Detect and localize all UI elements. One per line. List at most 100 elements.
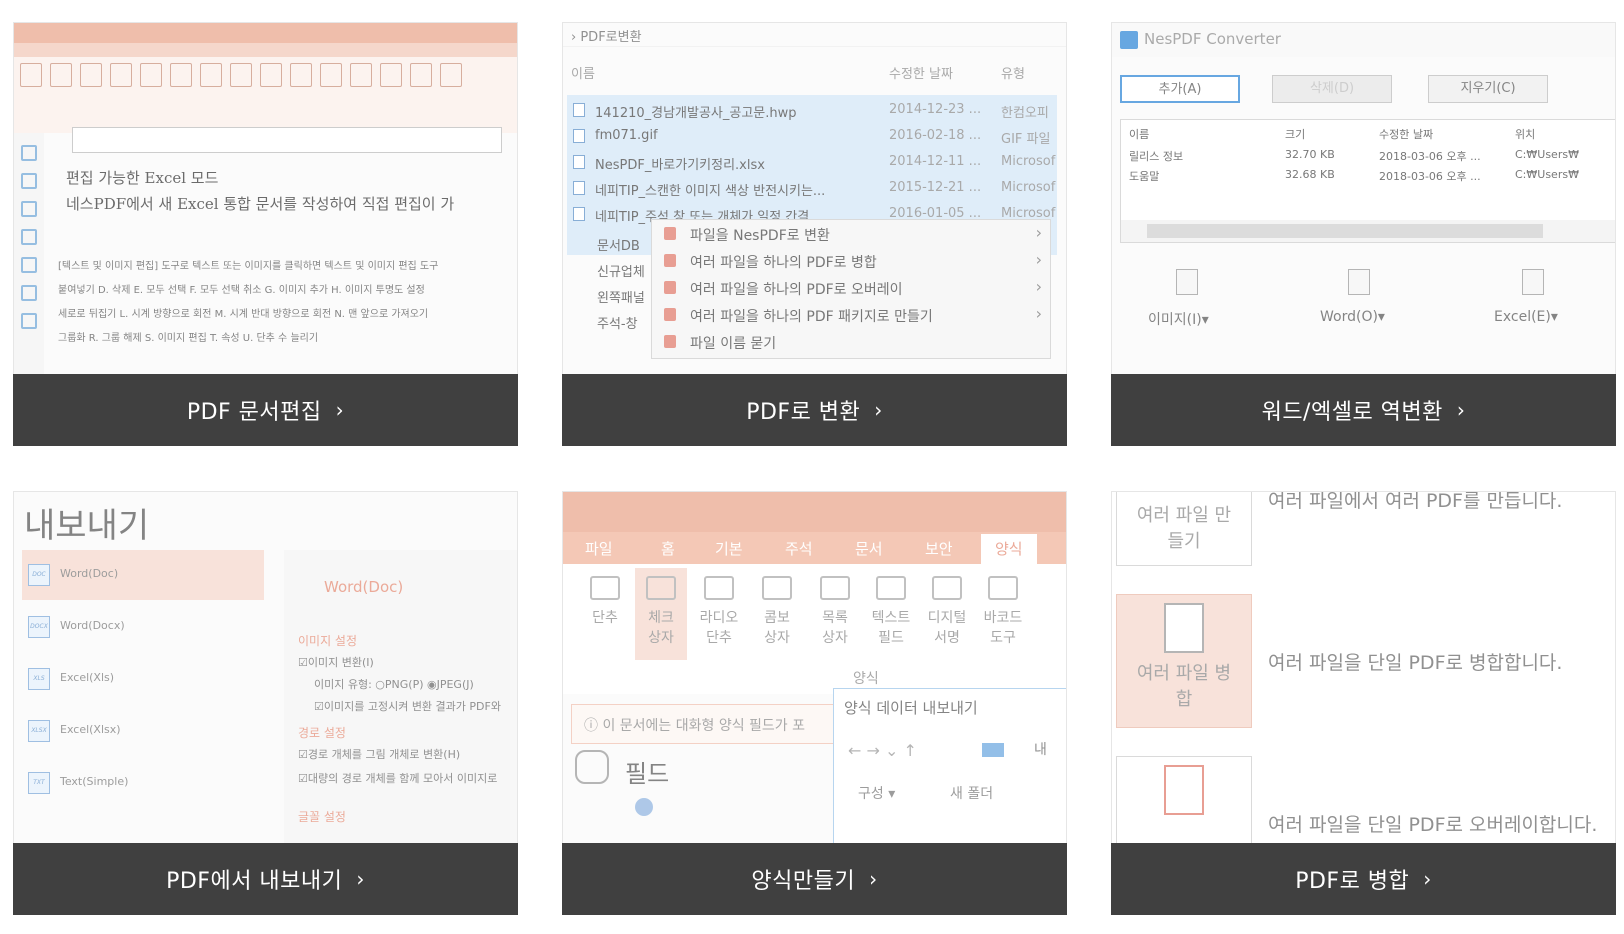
list-item[interactable]: TXT Text(Simple) xyxy=(22,758,264,808)
card-title: PDF 문서편집 xyxy=(186,400,322,425)
form-create-screenshot: 파일 홈 기본 주석 문서 보안 양식 단추 체크 상자 라디오 단추 콤보 상… xyxy=(562,491,1067,843)
section-path: 경로 설정 xyxy=(298,726,346,740)
tab-file[interactable]: 파일 xyxy=(585,538,613,559)
tool-icon xyxy=(260,63,282,87)
combobox-tool[interactable]: 콤보 상자 xyxy=(751,576,803,648)
tool-icon xyxy=(230,63,252,87)
path-convert-checkbox[interactable]: ☑경로 개체를 그림 개체로 변환(H) xyxy=(298,746,460,762)
list-item[interactable]: DOCX Word(Docx) xyxy=(22,602,264,652)
card-pdf-export[interactable]: 내보내기 DOC Word(Doc) DOCX Word(Docx) XLS Exce… xyxy=(13,491,518,915)
image-output-button[interactable]: 이미지(I)▾ xyxy=(1148,309,1209,329)
dialog-path: 내 xyxy=(1034,742,1047,758)
textfield-icon xyxy=(876,576,906,600)
section-font: 글꼴 설정 xyxy=(298,810,346,824)
excel-icon xyxy=(1522,269,1544,295)
add-button[interactable]: 추가(A) xyxy=(1120,75,1240,103)
clear-button[interactable]: 지우기(C) xyxy=(1428,75,1548,103)
table-row[interactable]: fm071.gif 2016-02-18 ... GIF 파일 xyxy=(567,123,1057,149)
monitor-icon xyxy=(982,743,1004,757)
image-convert-checkbox[interactable]: ☑이미지 변환(I) xyxy=(298,654,374,670)
editor-titlebar xyxy=(14,23,517,43)
create-files-item[interactable]: 여러 파일 만 들기 xyxy=(1116,492,1252,566)
card-title: PDF로 병합 xyxy=(1295,869,1410,894)
create-description: 여러 파일에서 여러 PDF를 만듭니다. xyxy=(1268,491,1563,512)
chevron-right-icon: › xyxy=(874,398,883,422)
image-type-radio[interactable]: 이미지 유형: ○PNG(P) ◉JPEG(J) xyxy=(314,676,474,692)
tab-annotation[interactable]: 주석 xyxy=(785,538,813,559)
path-merge-checkbox[interactable]: ☑대량의 경로 개체를 함께 모아서 이미지로 xyxy=(298,770,497,786)
list-item[interactable]: XLS Excel(Xls) xyxy=(22,654,264,704)
converter-titlebar: NesPDF Converter xyxy=(1112,23,1615,57)
listbox-icon xyxy=(820,576,850,600)
merge-doc-icon xyxy=(1164,603,1204,653)
horizontal-scrollbar[interactable] xyxy=(1121,220,1615,242)
menu-item[interactable]: 파일 이름 묻기 xyxy=(652,328,1052,355)
listbox-tool[interactable]: 목록 상자 xyxy=(809,576,861,648)
comment-icon xyxy=(21,285,37,301)
card-title: PDF로 변환 xyxy=(746,400,861,425)
file-list-header: 이름 수정한 날짜 유형 xyxy=(563,59,1066,83)
new-folder-button[interactable]: 새 폴더 xyxy=(950,783,993,803)
page-icon xyxy=(21,201,37,217)
barcode-tool[interactable]: 바코드 도구 xyxy=(977,576,1029,648)
overlay-doc-icon xyxy=(1164,765,1204,815)
list-item[interactable]: DOC Word(Doc) xyxy=(22,550,264,600)
merge-files-item[interactable]: 여러 파일 병 합 xyxy=(1116,594,1252,728)
card-title: 워드/엑셀로 역변환 xyxy=(1261,400,1443,425)
breadcrumb: › PDF로변환 xyxy=(563,23,1066,47)
checkbox-tool[interactable]: 체크 상자 xyxy=(635,568,687,660)
tool-icon xyxy=(170,63,192,87)
list-item: 신규업체 xyxy=(597,265,645,280)
list-item: 주석-창 xyxy=(597,317,638,332)
card-pdf-convert[interactable]: › PDF로변환 이름 수정한 날짜 유형 141210_경남개발공사_공고문.… xyxy=(562,22,1067,446)
table-row[interactable]: 141210_경남개발공사_공고문.hwp 2014-12-23 ... 한컴오피 xyxy=(567,97,1057,123)
thumbnails-icon xyxy=(21,229,37,245)
menu-item[interactable]: 여러 파일을 하나의 PDF로 병합 › xyxy=(652,247,1052,274)
dialog-title: 양식 데이터 내보내기 xyxy=(844,699,978,717)
menu-item[interactable]: 여러 파일을 하나의 PDF 패키지로 만들기 › xyxy=(652,301,1052,328)
image-fix-checkbox[interactable]: ☑이미지를 고정시켜 변환 결과가 PDF와 xyxy=(314,698,501,714)
dialog-nav[interactable]: ← → ⌄ ↑ xyxy=(848,741,917,760)
doc-line: [텍스트 및 이미지 편집] 도구로 텍스트 또는 이미지를 클릭하면 텍스트 … xyxy=(58,261,439,272)
gear-icon[interactable] xyxy=(635,798,653,816)
tool-icon xyxy=(140,63,162,87)
form-titlebar xyxy=(563,492,1066,532)
tab-security[interactable]: 보안 xyxy=(925,538,953,559)
radio-tool[interactable]: 라디오 단추 xyxy=(693,576,745,648)
editor-tabs xyxy=(14,43,517,57)
organize-menu[interactable]: 구성 ▾ xyxy=(858,783,895,803)
tab-home[interactable]: 홈 xyxy=(661,538,675,559)
hand-icon xyxy=(575,750,609,784)
export-options: Word(Doc) 이미지 설정 ☑이미지 변환(I) 이미지 유형: ○PNG… xyxy=(284,550,517,843)
tab-document[interactable]: 문서 xyxy=(855,538,883,559)
col-date: 수정한 날짜 xyxy=(889,67,953,82)
reverse-convert-screenshot: NesPDF Converter 추가(A) 삭제(D) 지우기(C) 이름 크… xyxy=(1111,22,1616,374)
scroll-thumb[interactable] xyxy=(1147,224,1543,238)
excel-output-button[interactable]: Excel(E)▾ xyxy=(1494,309,1558,325)
table-row[interactable]: 네피TIP_스캔한 이미지 색상 반전시키는... 2015-12-21 ... M… xyxy=(567,175,1057,201)
form-tabs: 파일 홈 기본 주석 문서 보안 양식 xyxy=(563,532,1066,564)
button-tool[interactable]: 단추 xyxy=(579,576,631,628)
pdf-convert-screenshot: › PDF로변환 이름 수정한 날짜 유형 141210_경남개발공사_공고문.… xyxy=(562,22,1067,374)
card-pdf-edit[interactable]: 편집 가능한 Excel 모드 네스PDF에서 새 Excel 통합 문서를 작… xyxy=(13,22,518,446)
ribbon-group-label: 양식 xyxy=(853,671,879,687)
table-row[interactable]: NesPDF_바로가기키정리.xlsx 2014-12-11 ... Microso… xyxy=(567,149,1057,175)
digital-sign-tool[interactable]: 디지털 서명 xyxy=(921,576,973,648)
word-output-button[interactable]: Word(O)▾ xyxy=(1320,309,1385,325)
tab-form[interactable]: 양식 xyxy=(981,534,1037,564)
card-pdf-merge[interactable]: 여러 파일 만 들기 여러 파일 병 합 여러 파일에서 여러 PDF를 만듭니… xyxy=(1111,491,1616,915)
overlay-files-item[interactable] xyxy=(1116,756,1252,843)
image-icon xyxy=(1176,269,1198,295)
pointer-icon xyxy=(21,173,37,189)
textfield-tool[interactable]: 텍스트 필드 xyxy=(865,576,917,648)
card-form-create[interactable]: 파일 홈 기본 주석 문서 보안 양식 단추 체크 상자 라디오 단추 콤보 상… xyxy=(562,491,1067,915)
menu-item[interactable]: 여러 파일을 하나의 PDF로 오버레이 › xyxy=(652,274,1052,301)
menu-item[interactable]: 파일을 NesPDF로 변환 › xyxy=(652,220,1052,247)
info-bar: ⓘ 이 문서에는 대화형 양식 필드가 포 xyxy=(571,704,841,744)
card-reverse-convert[interactable]: NesPDF Converter 추가(A) 삭제(D) 지우기(C) 이름 크… xyxy=(1111,22,1616,446)
tab-basic[interactable]: 기본 xyxy=(715,538,743,559)
list-item[interactable]: XLSX Excel(Xlsx) xyxy=(22,706,264,756)
file-icon xyxy=(573,103,585,117)
doc-heading: 편집 가능한 Excel 모드 xyxy=(66,169,219,187)
delete-button[interactable]: 삭제(D) xyxy=(1272,75,1392,103)
